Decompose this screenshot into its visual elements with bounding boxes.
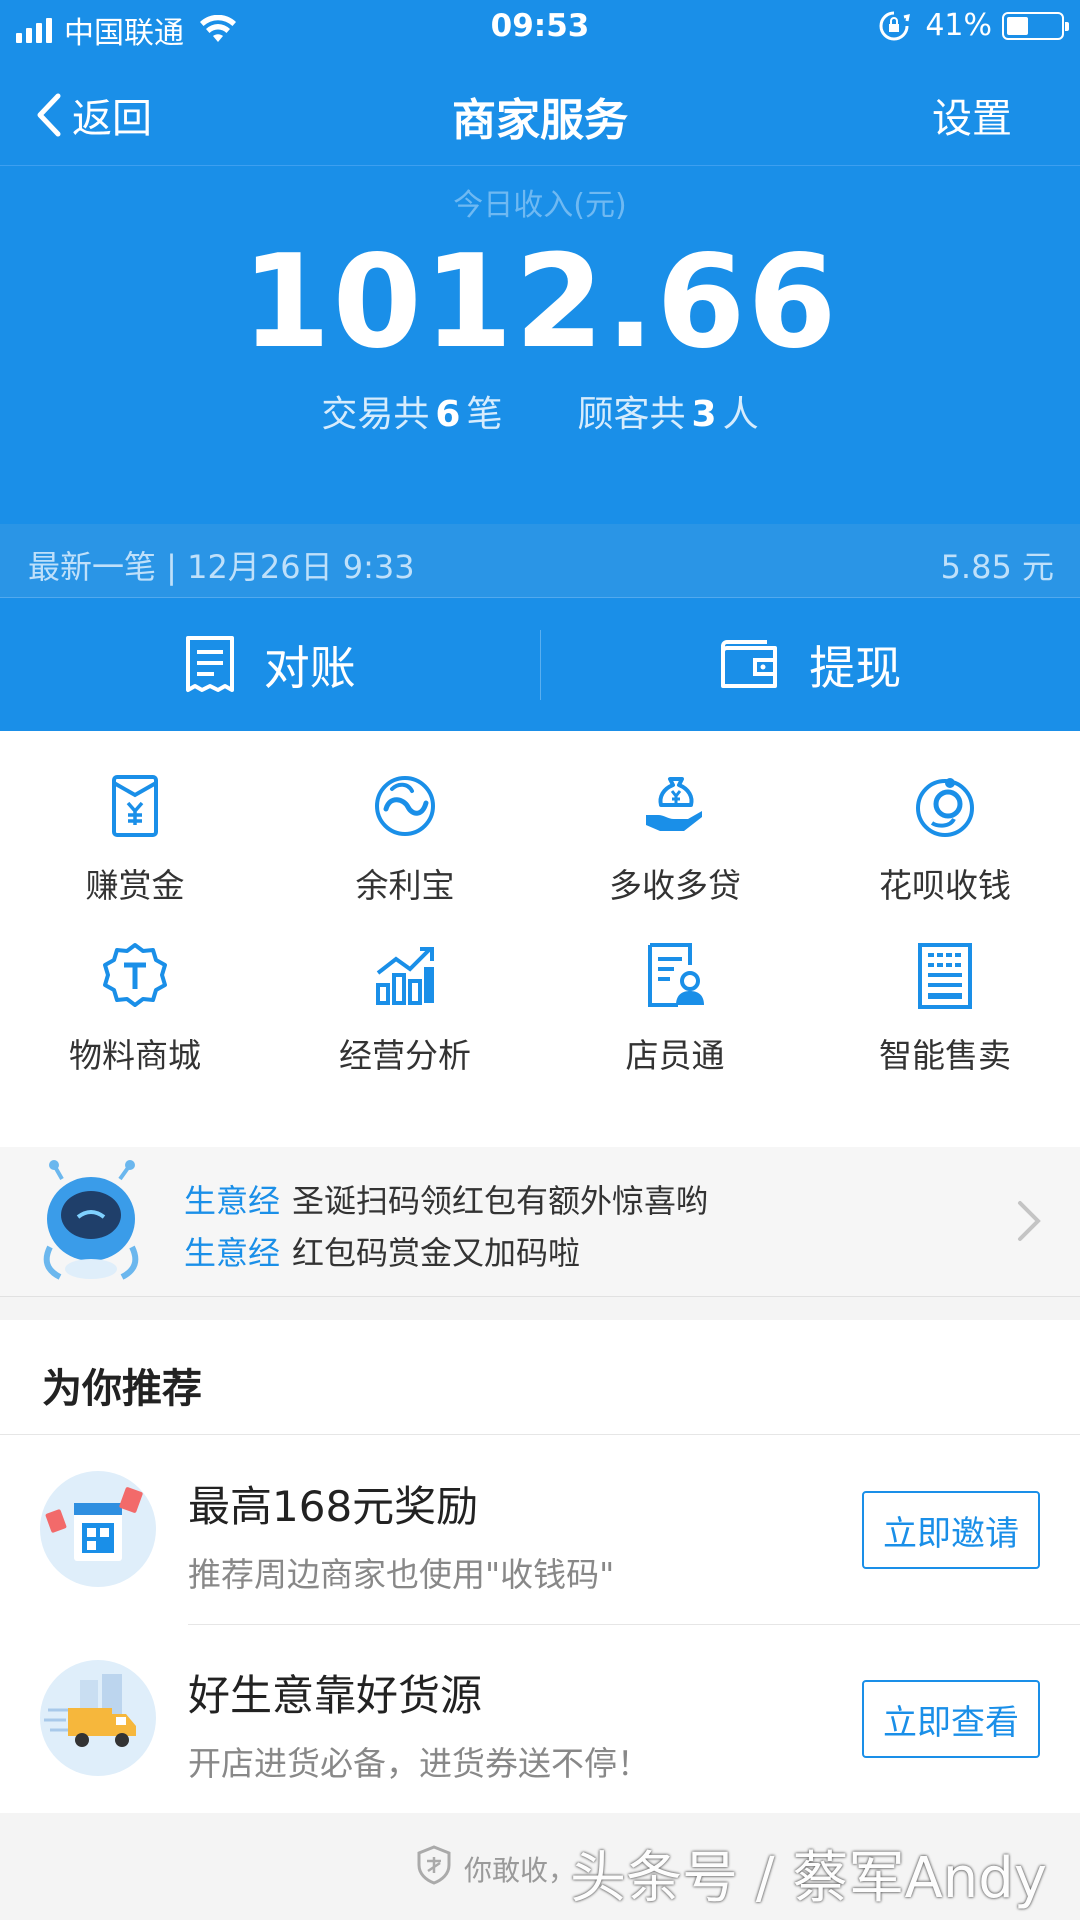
service-smart-sales[interactable]: 智能售卖 bbox=[810, 941, 1080, 1111]
recommend-text: 好生意靠好货源 开店进货必备，进货券送不停！ bbox=[188, 1662, 650, 1785]
battery-percent: 41% bbox=[925, 8, 992, 43]
service-label: 店员通 bbox=[625, 1036, 725, 1075]
recommend-section: 为你推荐 最高168元奖励 推荐周边商家也使用"收钱码" 立即邀请 好生意靠好货… bbox=[0, 1320, 1080, 1813]
transactions-suffix: 笔 bbox=[466, 394, 503, 435]
service-label: 赚赏金 bbox=[85, 866, 185, 905]
battery-level bbox=[1007, 16, 1029, 35]
customers-suffix: 人 bbox=[722, 394, 759, 435]
service-staff-pass[interactable]: 店员通 bbox=[540, 941, 810, 1111]
recommend-title: 为你推荐 bbox=[0, 1320, 1080, 1435]
service-huabei[interactable]: 花呗收钱 bbox=[810, 771, 1080, 941]
latest-transaction-label: 最新一笔 | 12月26日 9:33 bbox=[28, 548, 415, 586]
income-label: 今日收入(元) bbox=[453, 188, 627, 223]
service-label: 智能售卖 bbox=[879, 1036, 1011, 1075]
staff-document-icon bbox=[648, 943, 704, 1007]
customers-count: 3 bbox=[691, 394, 717, 435]
page-title: 商家服务 bbox=[452, 95, 628, 146]
recommend-item-title: 好生意靠好货源 bbox=[188, 1671, 483, 1720]
settings-button[interactable]: 设置 bbox=[932, 86, 1012, 144]
service-label: 物料商城 bbox=[69, 1036, 201, 1075]
bar-chart-icon bbox=[376, 947, 434, 1005]
service-label: 多收多贷 bbox=[609, 866, 741, 905]
vending-machine-icon bbox=[918, 943, 972, 1009]
service-label: 经营分析 bbox=[339, 1036, 471, 1075]
yulibao-icon bbox=[375, 776, 435, 836]
news-text: 圣诞扫码领红包有额外惊喜哟 bbox=[292, 1182, 709, 1220]
recommend-item-invite[interactable]: 最高168元奖励 推荐周边商家也使用"收钱码" 立即邀请 bbox=[0, 1435, 1080, 1624]
customers-prefix: 顾客共 bbox=[577, 394, 686, 435]
service-business-analysis[interactable]: 经营分析 bbox=[270, 941, 540, 1111]
news-tag: 生意经 bbox=[184, 1182, 281, 1220]
reward-envelope-icon bbox=[112, 775, 158, 837]
recommend-item-subtitle: 开店进货必备，进货券送不停！ bbox=[188, 1744, 650, 1783]
news-text: 红包码赏金又加码啦 bbox=[292, 1234, 581, 1272]
recommend-item-subtitle: 推荐周边商家也使用"收钱码" bbox=[188, 1555, 615, 1594]
service-grid: 赚赏金 余利宝 多收多贷 花呗收钱 物料商城 经营分析 店员通 智能售卖 bbox=[0, 731, 1080, 1147]
wallet-icon bbox=[721, 640, 778, 688]
transactions-prefix: 交易共 bbox=[321, 394, 430, 435]
footer-text: 你敢收， bbox=[464, 1854, 577, 1887]
status-bar: 中国联通 09:53 41% bbox=[0, 0, 1080, 56]
rotation-lock-icon bbox=[879, 11, 911, 40]
action-bar: 对账 提现 bbox=[0, 599, 1080, 731]
shield-icon bbox=[417, 1845, 451, 1885]
news-lines: 生意经 圣诞扫码领红包有额外惊喜哟 生意经 红包码赏金又加码啦 bbox=[184, 1175, 708, 1279]
delivery-truck-icon bbox=[40, 1660, 156, 1776]
news-item: 生意经 红包码赏金又加码啦 bbox=[184, 1227, 708, 1279]
reconcile-button[interactable]: 对账 bbox=[0, 599, 540, 731]
service-more-loans[interactable]: 多收多贷 bbox=[540, 771, 810, 941]
bill-icon bbox=[185, 636, 234, 692]
payment-code-icon bbox=[40, 1471, 156, 1587]
income-stats: 交易共 6 笔 顾客共 3 人 bbox=[0, 385, 1080, 437]
robot-mascot-icon bbox=[43, 1160, 139, 1280]
service-material-mall[interactable]: 物料商城 bbox=[0, 941, 270, 1111]
latest-transaction-bar[interactable]: 最新一笔 | 12月26日 9:33 5.85 元 bbox=[0, 524, 1080, 598]
news-tag: 生意经 bbox=[184, 1234, 281, 1272]
footer: 你敢收， 头条号 / 蔡军Andy bbox=[0, 1813, 1080, 1920]
invite-now-button[interactable]: 立即邀请 bbox=[862, 1491, 1040, 1569]
view-now-button[interactable]: 立即查看 bbox=[862, 1680, 1040, 1758]
service-label: 花呗收钱 bbox=[879, 866, 1011, 905]
chevron-right-icon bbox=[1018, 1201, 1041, 1241]
business-news-banner[interactable]: 生意经 圣诞扫码领红包有额外惊喜哟 生意经 红包码赏金又加码啦 bbox=[0, 1147, 1080, 1297]
latest-transaction-amount: 5.85 元 bbox=[940, 548, 1054, 586]
status-right: 41% bbox=[877, 8, 1069, 43]
battery-icon bbox=[1002, 11, 1069, 40]
service-label: 余利宝 bbox=[355, 866, 455, 905]
navigation-bar: 返回 商家服务 设置 bbox=[0, 56, 1080, 166]
money-bag-hand-icon bbox=[646, 777, 702, 831]
news-item: 生意经 圣诞扫码领红包有额外惊喜哟 bbox=[184, 1175, 708, 1227]
income-amount: 1012.66 bbox=[241, 228, 839, 377]
transactions-count: 6 bbox=[435, 394, 461, 435]
customers-stat: 顾客共 3 人 bbox=[578, 385, 759, 437]
withdraw-label: 提现 bbox=[809, 641, 902, 695]
service-reward[interactable]: 赚赏金 bbox=[0, 771, 270, 941]
badge-t-icon bbox=[103, 943, 167, 1007]
recommend-text: 最高168元奖励 推荐周边商家也使用"收钱码" bbox=[188, 1473, 614, 1596]
header-area: 中国联通 09:53 41% 返回 商家服务 设置 今日收入(元) 1012.6… bbox=[0, 0, 1080, 731]
watermark-text: 头条号 / 蔡军Andy bbox=[570, 1846, 1047, 1911]
merchant-services-screen: 中国联通 09:53 41% 返回 商家服务 设置 今日收入(元) 1012.6… bbox=[0, 0, 1080, 1920]
transactions-stat: 交易共 6 笔 bbox=[321, 385, 502, 437]
recommend-item-supply[interactable]: 好生意靠好货源 开店进货必备，进货券送不停！ 立即查看 bbox=[0, 1624, 1080, 1813]
withdraw-button[interactable]: 提现 bbox=[541, 599, 1080, 731]
reconcile-label: 对账 bbox=[263, 641, 356, 695]
service-yulibao[interactable]: 余利宝 bbox=[270, 771, 540, 941]
huabei-icon bbox=[916, 778, 974, 837]
recommend-item-title: 最高168元奖励 bbox=[188, 1482, 479, 1531]
